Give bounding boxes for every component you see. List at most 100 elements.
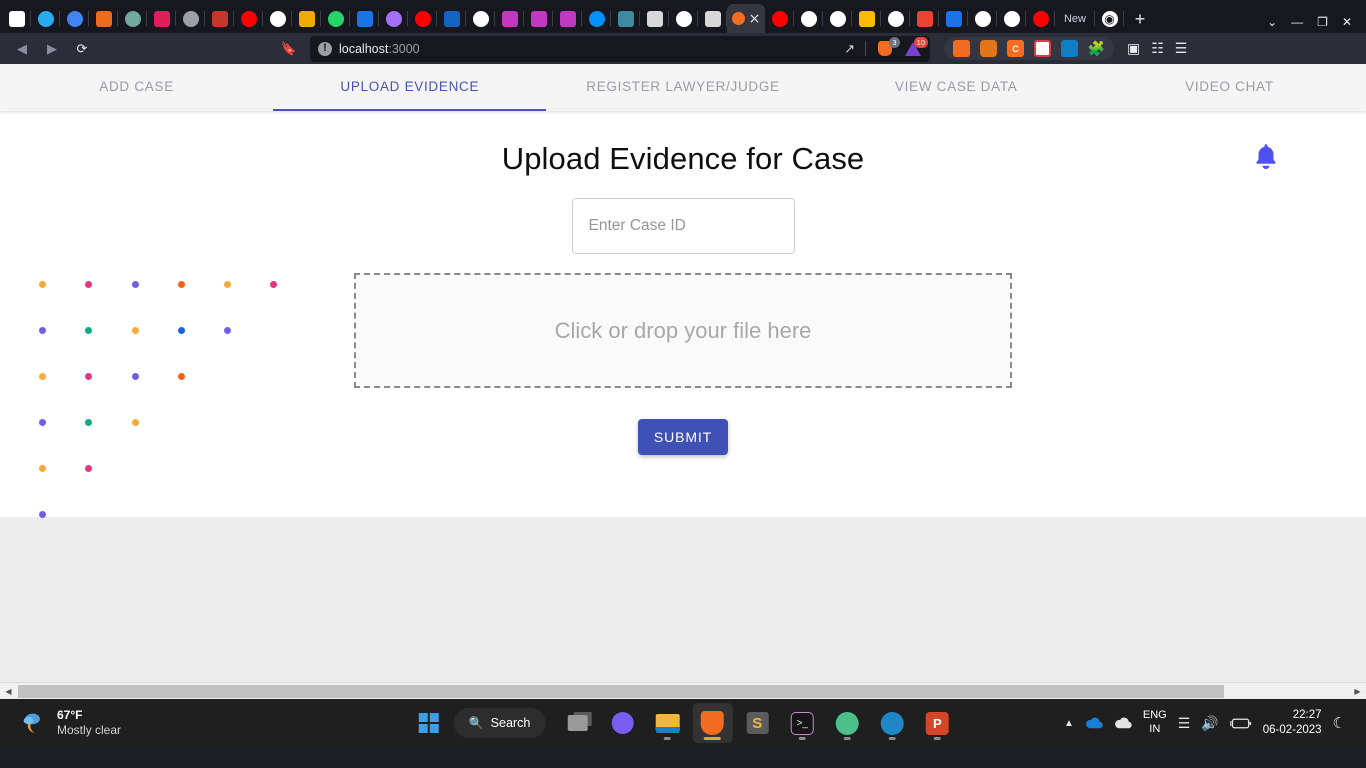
language-indicator[interactable]: ENG IN [1143, 709, 1167, 737]
browser-tab[interactable] [553, 4, 582, 33]
browser-tab[interactable] [881, 4, 910, 33]
edge-icon[interactable] [1061, 40, 1078, 57]
browser-tab[interactable] [794, 4, 823, 33]
browser-tab[interactable] [823, 4, 852, 33]
browser-tab[interactable] [205, 4, 234, 33]
adblock-icon[interactable] [1034, 40, 1051, 57]
taskbar-terminal[interactable]: >_ [782, 703, 822, 743]
new-tab-button[interactable]: + [1124, 4, 1156, 33]
app-tab-register-lawyer-judge[interactable]: REGISTER LAWYER/JUDGE [546, 64, 819, 111]
clock[interactable]: 22:27 06-02-2023 [1263, 708, 1322, 738]
browser-tab-active[interactable]: × [727, 4, 765, 33]
app-tab-video-chat[interactable]: VIDEO CHAT [1093, 64, 1366, 111]
app-tab-upload-evidence[interactable]: UPLOAD EVIDENCE [273, 64, 547, 111]
browser-tab[interactable] [437, 4, 466, 33]
browser-tab[interactable] [408, 4, 437, 33]
browser-tab[interactable] [524, 4, 553, 33]
browser-tab-last[interactable]: ◉ [1095, 4, 1124, 33]
browser-tab[interactable] [118, 4, 147, 33]
browser-tab[interactable] [997, 4, 1026, 33]
browser-tab[interactable] [852, 4, 881, 33]
taskbar-google-meet[interactable] [602, 703, 642, 743]
address-bar[interactable]: ! localhost:3000 ↗ 3 10 [310, 35, 930, 62]
back-arrow-icon[interactable]: ◀ [8, 36, 36, 62]
app-tab-view-case-data[interactable]: VIEW CASE DATA [820, 64, 1093, 111]
browser-tab[interactable] [321, 4, 350, 33]
chevron-down-icon[interactable]: ⌄ [1267, 16, 1277, 28]
sidebar-panel-icon[interactable]: ▣ [1127, 40, 1140, 57]
browser-tab[interactable] [582, 4, 611, 33]
close-tab-icon[interactable]: × [749, 12, 761, 26]
notification-bell-button[interactable] [1249, 139, 1283, 173]
browser-tab[interactable] [640, 4, 669, 33]
taskbar-task-view[interactable] [557, 703, 597, 743]
browser-tab-new-partial[interactable]: New [1055, 4, 1095, 33]
battery-charging-icon[interactable] [1229, 717, 1252, 730]
browser-tab[interactable] [2, 4, 31, 33]
app-tab-add-case[interactable]: ADD CASE [0, 64, 273, 111]
browser-tab[interactable] [968, 4, 997, 33]
browser-tab[interactable] [350, 4, 379, 33]
moon-icon[interactable]: ☾ [1333, 714, 1346, 732]
horizontal-scrollbar[interactable]: ◀ ▶ [0, 682, 1366, 699]
browser-tab[interactable] [292, 4, 321, 33]
browser-tab[interactable] [60, 4, 89, 33]
google-icon [800, 10, 817, 27]
bookmark-icon[interactable]: 🔖 [276, 36, 302, 62]
onedrive-white-icon[interactable] [1114, 717, 1132, 729]
taskbar-file-explorer[interactable] [647, 703, 687, 743]
forward-arrow-icon[interactable]: ▶ [38, 36, 66, 62]
browser-tab[interactable] [1026, 4, 1055, 33]
taskbar-atom-editor[interactable] [827, 703, 867, 743]
weather-widget[interactable]: 67°F Mostly clear [8, 708, 121, 737]
browser-tab[interactable] [89, 4, 118, 33]
puzzle-extensions-icon[interactable]: 🧩 [1088, 40, 1105, 57]
browser-tab[interactable] [939, 4, 968, 33]
scrollbar-track[interactable] [17, 683, 1349, 700]
browser-tab[interactable] [147, 4, 176, 33]
browser-tab[interactable] [765, 4, 794, 33]
browser-tab[interactable] [31, 4, 60, 33]
adblock-triangle-icon[interactable]: 10 [904, 36, 928, 58]
taskbar-powerpoint[interactable]: P [917, 703, 957, 743]
speaker-icon[interactable]: 🔊 [1201, 715, 1218, 732]
chevron-up-icon[interactable]: ▲ [1064, 718, 1074, 729]
minimize-icon[interactable]: — [1291, 16, 1303, 28]
site-info-icon[interactable]: ! [318, 41, 332, 56]
browser-tab[interactable] [379, 4, 408, 33]
brave-shield-icon[interactable]: 3 [876, 36, 900, 58]
taskbar-brave-browser[interactable] [692, 703, 733, 743]
case-id-input[interactable] [571, 198, 795, 254]
taskbar-search-button[interactable]: 🔍 Search [453, 708, 546, 738]
file-explorer-icon [655, 713, 680, 733]
browser-tab[interactable] [910, 4, 939, 33]
submit-button[interactable]: SUBMIT [637, 419, 729, 455]
taskbar-sublime-text[interactable]: S [737, 703, 777, 743]
maximize-icon[interactable]: ❐ [1317, 16, 1328, 28]
taskbar-microsoft-edge[interactable] [872, 703, 912, 743]
browser-tab[interactable] [234, 4, 263, 33]
browser-tab[interactable] [176, 4, 205, 33]
wifi-icon[interactable]: ☰ [1178, 715, 1191, 732]
browser-tab[interactable] [669, 4, 698, 33]
browser-tab[interactable] [698, 4, 727, 33]
hamburger-menu-icon[interactable]: ☰ [1175, 40, 1188, 57]
browser-tab[interactable] [263, 4, 292, 33]
c-skip-icon[interactable]: C [1007, 40, 1024, 57]
file-dropzone[interactable]: Click or drop your file here [354, 273, 1012, 388]
youtube-icon [1032, 10, 1049, 27]
scroll-left-arrow-icon[interactable]: ◀ [0, 683, 17, 700]
close-window-icon[interactable]: ✕ [1342, 16, 1352, 28]
metamask-fox-icon[interactable] [980, 40, 997, 57]
reload-icon[interactable]: ⟳ [68, 36, 96, 62]
browser-tab[interactable] [495, 4, 524, 33]
scrollbar-thumb[interactable] [18, 684, 1224, 698]
start-button[interactable] [409, 703, 449, 743]
scroll-right-arrow-icon[interactable]: ▶ [1349, 683, 1366, 700]
share-icon[interactable]: ↗ [844, 41, 855, 57]
onedrive-blue-icon[interactable] [1085, 717, 1103, 729]
browser-tab[interactable] [611, 4, 640, 33]
browser-tab[interactable] [466, 4, 495, 33]
honey-icon[interactable] [953, 40, 970, 57]
wallet-icon[interactable]: ☷ [1151, 40, 1164, 57]
